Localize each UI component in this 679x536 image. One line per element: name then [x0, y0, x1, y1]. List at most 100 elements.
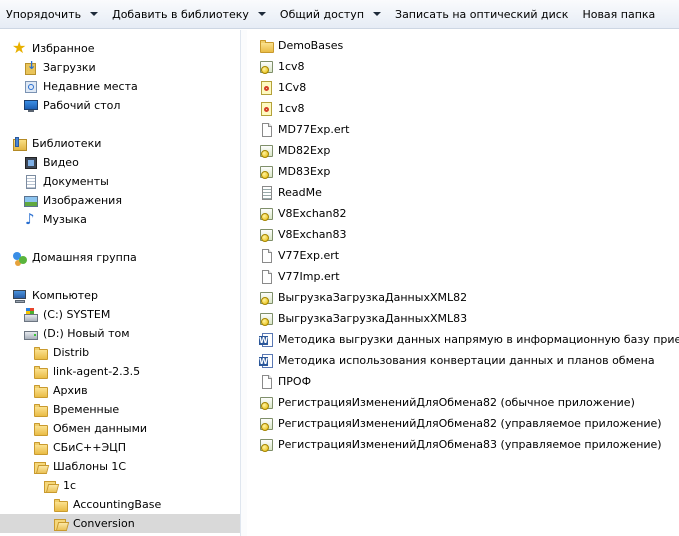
nav-folder[interactable]: Distrib — [33, 343, 89, 362]
nav-conversion-folder[interactable]: Conversion — [0, 514, 240, 533]
list-item[interactable]: MD83Exp — [259, 161, 330, 182]
nav-folder[interactable]: link-agent-2.3.5 — [33, 362, 140, 381]
word-file-icon — [259, 332, 275, 348]
new-folder-button[interactable]: Новая папка — [576, 0, 663, 29]
list-item[interactable]: ВыгрузкаЗагрузкаДанныхXML83 — [259, 308, 467, 329]
nav-1c-folder[interactable]: 1c — [43, 476, 76, 495]
nav-accounting-folder[interactable]: AccountingBase — [53, 495, 161, 514]
nav-homegroup[interactable]: Домашняя группа — [12, 248, 137, 267]
share-button[interactable]: Общий доступ — [274, 0, 389, 29]
add-to-library-button[interactable]: Добавить в библиотеку — [106, 0, 274, 29]
nav-folder[interactable]: Обмен данными — [33, 419, 147, 438]
nav-folder-label: Обмен данными — [53, 422, 148, 435]
list-item[interactable]: ReadMe — [259, 182, 322, 203]
file-name: V8Exchan82 — [278, 207, 347, 220]
epf-file-icon — [259, 311, 275, 327]
file-name: MD77Exp.ert — [278, 123, 350, 136]
nav-folder-label: Временные — [53, 403, 120, 416]
file-name: V77Exp.ert — [278, 249, 340, 262]
list-item[interactable]: V77Exp.ert — [259, 245, 339, 266]
list-item[interactable]: РегистрацияИзмененийДляОбмена82 (обычное… — [259, 392, 635, 413]
epf-file-icon — [259, 437, 275, 453]
command-bar: Упорядочить Добавить в библиотеку Общий … — [0, 0, 679, 29]
burn-label: Записать на оптический диск — [395, 7, 569, 21]
list-item[interactable]: DemoBases — [259, 35, 343, 56]
system-drive-icon — [23, 307, 39, 323]
nav-images-label: Изображения — [43, 194, 122, 207]
list-item[interactable]: 1Cv8 — [259, 77, 306, 98]
pictures-library-icon — [23, 193, 39, 209]
epf-file-icon — [259, 143, 275, 159]
list-item[interactable]: MD82Exp — [259, 140, 330, 161]
desktop-icon — [23, 98, 39, 114]
open-folder-icon — [33, 459, 49, 475]
video-library-icon — [23, 155, 39, 171]
nav-video-label: Видео — [43, 156, 79, 169]
folder-icon — [259, 38, 275, 54]
nav-favorites[interactable]: Избранное — [12, 39, 94, 58]
list-item[interactable]: РегистрацияИзмененийДляОбмена82 (управля… — [259, 413, 662, 434]
list-item[interactable]: Методика выгрузки данных напрямую в инфо… — [259, 329, 679, 350]
open-folder-icon — [53, 516, 69, 532]
share-label: Общий доступ — [279, 7, 365, 21]
nav-homegroup-label: Домашняя группа — [32, 251, 137, 264]
add-to-library-label: Добавить в библиотеку — [112, 7, 249, 21]
open-folder-icon — [43, 478, 59, 494]
nav-libraries-label: Библиотеки — [32, 137, 102, 150]
nav-folder[interactable]: Временные — [33, 400, 119, 419]
nav-1c-label: 1c — [63, 479, 77, 492]
file-name: MD83Exp — [278, 165, 331, 178]
epf-file-icon — [259, 416, 275, 432]
folder-icon — [33, 364, 49, 380]
nav-conversion-label: Conversion — [73, 517, 135, 530]
file-name: ПРОФ — [278, 375, 312, 388]
list-item[interactable]: ВыгрузкаЗагрузкаДанныхXML82 — [259, 287, 467, 308]
file-name: V8Exchan83 — [278, 228, 347, 241]
file-name: ReadMe — [278, 186, 322, 199]
burn-button[interactable]: Записать на оптический диск — [389, 0, 576, 29]
pane-gutter — [241, 30, 247, 536]
list-item[interactable]: MD77Exp.ert — [259, 119, 350, 140]
organize-button[interactable]: Упорядочить — [0, 0, 106, 29]
ert-file-icon — [259, 80, 275, 96]
epf-file-icon — [259, 290, 275, 306]
nav-downloads[interactable]: Загрузки — [23, 58, 96, 77]
ert-file-icon — [259, 101, 275, 117]
list-item[interactable]: V77Imp.ert — [259, 266, 340, 287]
nav-drive-d[interactable]: (D:) Новый том — [23, 324, 130, 343]
list-item[interactable]: Методика использования конвертации данны… — [259, 350, 655, 371]
file-name: Методика использования конвертации данны… — [278, 354, 655, 367]
nav-desktop[interactable]: Рабочий стол — [23, 96, 120, 115]
nav-recent-places[interactable]: Недавние места — [23, 77, 138, 96]
file-name: ВыгрузкаЗагрузкаДанныхXML82 — [278, 291, 468, 304]
list-item[interactable]: ПРОФ — [259, 371, 311, 392]
nav-music[interactable]: Музыка — [23, 210, 87, 229]
nav-templates-label: Шаблоны 1С — [53, 460, 127, 473]
recent-places-icon — [23, 79, 39, 95]
nav-folder[interactable]: Архив — [33, 381, 88, 400]
epf-file-icon — [259, 164, 275, 180]
epf-file-icon — [259, 227, 275, 243]
nav-drive-c[interactable]: (C:) SYSTEM — [23, 305, 110, 324]
list-item[interactable]: V8Exchan82 — [259, 203, 347, 224]
list-item[interactable]: 1cv8 — [259, 56, 305, 77]
nav-libraries[interactable]: Библиотеки — [12, 134, 101, 153]
homegroup-icon — [12, 250, 28, 266]
nav-images[interactable]: Изображения — [23, 191, 122, 210]
list-item[interactable]: 1cv8 — [259, 98, 305, 119]
file-name: V77Imp.ert — [278, 270, 340, 283]
nav-video[interactable]: Видео — [23, 153, 79, 172]
nav-documents[interactable]: Документы — [23, 172, 109, 191]
list-item[interactable]: РегистрацияИзмененийДляОбмена83 (управля… — [259, 434, 662, 455]
nav-folder[interactable]: СБиС++ЭЦП — [33, 438, 126, 457]
nav-templates-folder[interactable]: Шаблоны 1С — [33, 457, 126, 476]
file-name: 1Cv8 — [278, 81, 307, 94]
folder-icon — [33, 383, 49, 399]
nav-drive-c-label: (C:) SYSTEM — [43, 308, 111, 321]
list-item[interactable]: V8Exchan83 — [259, 224, 347, 245]
file-name: ВыгрузкаЗагрузкаДанныхXML83 — [278, 312, 468, 325]
file-icon — [259, 248, 275, 264]
file-name: Методика выгрузки данных напрямую в инфо… — [278, 333, 679, 346]
computer-icon — [12, 288, 28, 304]
nav-computer[interactable]: Компьютер — [12, 286, 98, 305]
